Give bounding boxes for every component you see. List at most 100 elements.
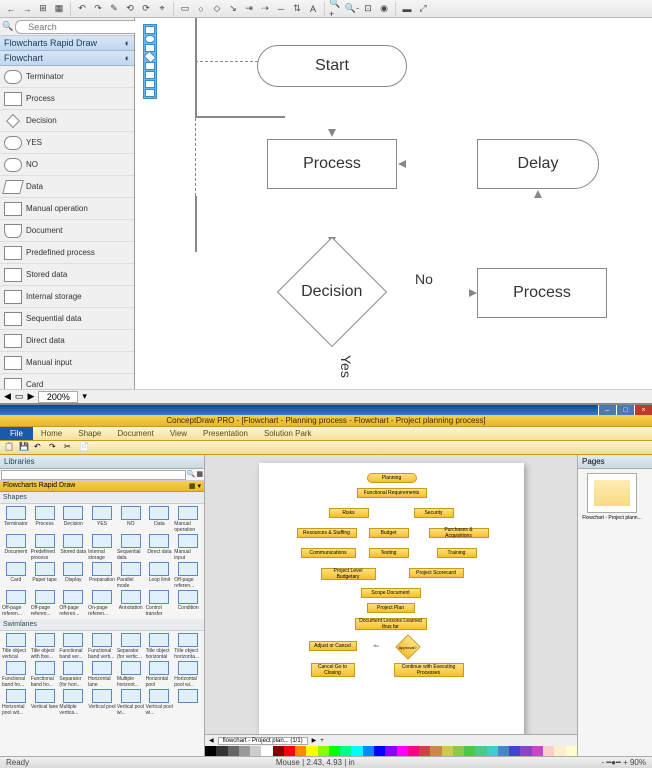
zoom-input[interactable] — [38, 391, 78, 403]
ribbon-tab[interactable]: Presentation — [195, 429, 256, 438]
category-rapid-draw[interactable]: Flowcharts Rapid Draw▦ ▾ — [0, 481, 204, 492]
shape-cell[interactable]: Display — [59, 562, 87, 589]
toolbar-button[interactable]: ↷ — [49, 442, 61, 454]
shape-cell[interactable]: Title object horizonta... — [174, 633, 202, 660]
category-flowchart[interactable]: Flowchart◐ — [0, 51, 134, 66]
flow-node[interactable]: Planning — [367, 473, 417, 483]
toolbar-button[interactable]: ↘ — [226, 2, 240, 16]
search-icon[interactable]: 🔍 — [187, 470, 196, 479]
node-process1[interactable]: Process — [267, 139, 397, 189]
node-process2[interactable]: Process — [477, 268, 607, 318]
node-decision[interactable]: Decision — [277, 237, 387, 347]
grid-icon[interactable]: ▦ — [196, 470, 203, 479]
color-swatch[interactable] — [306, 746, 317, 756]
shape-cell[interactable]: Functional band ver... — [59, 633, 87, 660]
shape-cell[interactable]: Vertical pool wi... — [117, 689, 145, 716]
toolbar-button[interactable]: ⇅ — [290, 2, 304, 16]
stencil-palette[interactable] — [143, 24, 157, 99]
shape-cell[interactable]: Terminator — [2, 506, 30, 533]
category-rapid-draw[interactable]: Flowcharts Rapid Draw◐ — [0, 36, 134, 51]
color-swatch[interactable] — [363, 746, 374, 756]
shape-cell[interactable]: Direct data — [146, 534, 174, 561]
maximize-button[interactable]: □ — [616, 405, 634, 415]
color-swatch[interactable] — [239, 746, 250, 756]
toolbar-button[interactable]: 📋 — [4, 442, 16, 454]
shape-item[interactable]: Manual operation — [0, 198, 134, 220]
flow-node[interactable]: Document Lessons Learned thus far — [355, 618, 427, 630]
flow-node[interactable]: Communications — [301, 548, 356, 558]
shape-cell[interactable]: Stored data — [59, 534, 87, 561]
minimize-button[interactable]: – — [598, 405, 616, 415]
toolbar-button[interactable]: ○ — [194, 2, 208, 16]
color-swatch[interactable] — [498, 746, 509, 756]
shape-cell[interactable]: Functional band verti... — [88, 633, 116, 660]
toolbar-button[interactable]: ⇢ — [258, 2, 272, 16]
toolbar-button[interactable]: A — [306, 2, 320, 16]
color-swatch[interactable] — [554, 746, 565, 756]
color-swatch[interactable] — [430, 746, 441, 756]
ribbon-tab[interactable]: Home — [33, 429, 70, 438]
color-swatch[interactable] — [228, 746, 239, 756]
color-swatch[interactable] — [419, 746, 430, 756]
shape-item[interactable]: Manual input — [0, 352, 134, 374]
shape-cell[interactable]: Off-page referen... — [174, 562, 202, 589]
color-swatch[interactable] — [318, 746, 329, 756]
shape-item[interactable]: Stored data — [0, 264, 134, 286]
flow-node[interactable]: Resources & Staffing — [297, 528, 357, 538]
color-swatch[interactable] — [543, 746, 554, 756]
shape-cell[interactable]: Vertical pool — [88, 689, 116, 716]
shape-cell[interactable]: Horizontal lane — [88, 661, 116, 688]
shape-item[interactable]: Data — [0, 176, 134, 198]
toolbar-button[interactable]: ◉ — [377, 2, 391, 16]
color-swatch[interactable] — [261, 746, 272, 756]
tab-add[interactable]: + — [320, 738, 324, 744]
toolbar-button[interactable]: ▬ — [400, 2, 414, 16]
toolbar-button[interactable]: ⤢ — [416, 2, 430, 16]
color-swatch[interactable] — [284, 746, 295, 756]
color-swatch[interactable] — [520, 746, 531, 756]
shape-cell[interactable]: Manual input — [174, 534, 202, 561]
shape-cell[interactable]: Title object horizontal — [146, 633, 174, 660]
shape-cell[interactable]: Horizontal pool — [146, 661, 174, 688]
library-search-input[interactable] — [1, 470, 186, 480]
color-swatch[interactable] — [408, 746, 419, 756]
flow-node[interactable]: Purchases & Acquisitions — [429, 528, 489, 538]
node-start[interactable]: Start — [257, 45, 407, 87]
tab-nav-next[interactable]: ▶ — [312, 737, 317, 744]
shape-cell[interactable]: Off-page referen... — [31, 590, 59, 617]
color-swatch[interactable] — [340, 746, 351, 756]
shape-item[interactable]: Sequential data — [0, 308, 134, 330]
shape-cell[interactable]: Annotation — [117, 590, 145, 617]
color-palette[interactable] — [205, 746, 577, 756]
shape-cell[interactable]: Functional band ho... — [31, 661, 59, 688]
color-swatch[interactable] — [464, 746, 475, 756]
shape-cell[interactable]: Internal storage — [88, 534, 116, 561]
shape-cell[interactable]: Document — [2, 534, 30, 561]
shape-cell[interactable]: Off-page referen... — [59, 590, 87, 617]
ribbon-tab[interactable]: File — [0, 427, 33, 440]
shape-cell[interactable]: Title object with fixe... — [31, 633, 59, 660]
toolbar-button[interactable]: 💾 — [19, 442, 31, 454]
color-swatch[interactable] — [385, 746, 396, 756]
page-tab[interactable]: flowchart - Project plan... (1/1) — [218, 737, 308, 745]
page-nav-next[interactable]: ▶ — [27, 391, 34, 402]
color-swatch[interactable] — [487, 746, 498, 756]
toolbar-button[interactable]: ▦ — [52, 2, 66, 16]
color-swatch[interactable] — [475, 746, 486, 756]
shape-item[interactable]: Document — [0, 220, 134, 242]
shape-cell[interactable]: YES — [88, 506, 116, 533]
shape-cell[interactable]: Decision — [59, 506, 87, 533]
shape-item[interactable]: Decision — [0, 110, 134, 132]
color-swatch[interactable] — [205, 746, 216, 756]
shape-cell[interactable]: Card — [2, 562, 30, 589]
shape-cell[interactable]: Functional band ho... — [2, 661, 30, 688]
shape-item[interactable]: Internal storage — [0, 286, 134, 308]
shape-cell[interactable]: Sequential data — [117, 534, 145, 561]
color-swatch[interactable] — [250, 746, 261, 756]
shape-item[interactable]: YES — [0, 132, 134, 154]
page-thumb[interactable]: Flowchart - Project plann... — [582, 473, 642, 521]
shape-item[interactable]: Process — [0, 88, 134, 110]
close-button[interactable]: × — [634, 405, 652, 415]
flow-node[interactable]: Budget — [369, 528, 409, 538]
shape-item[interactable]: Direct data — [0, 330, 134, 352]
